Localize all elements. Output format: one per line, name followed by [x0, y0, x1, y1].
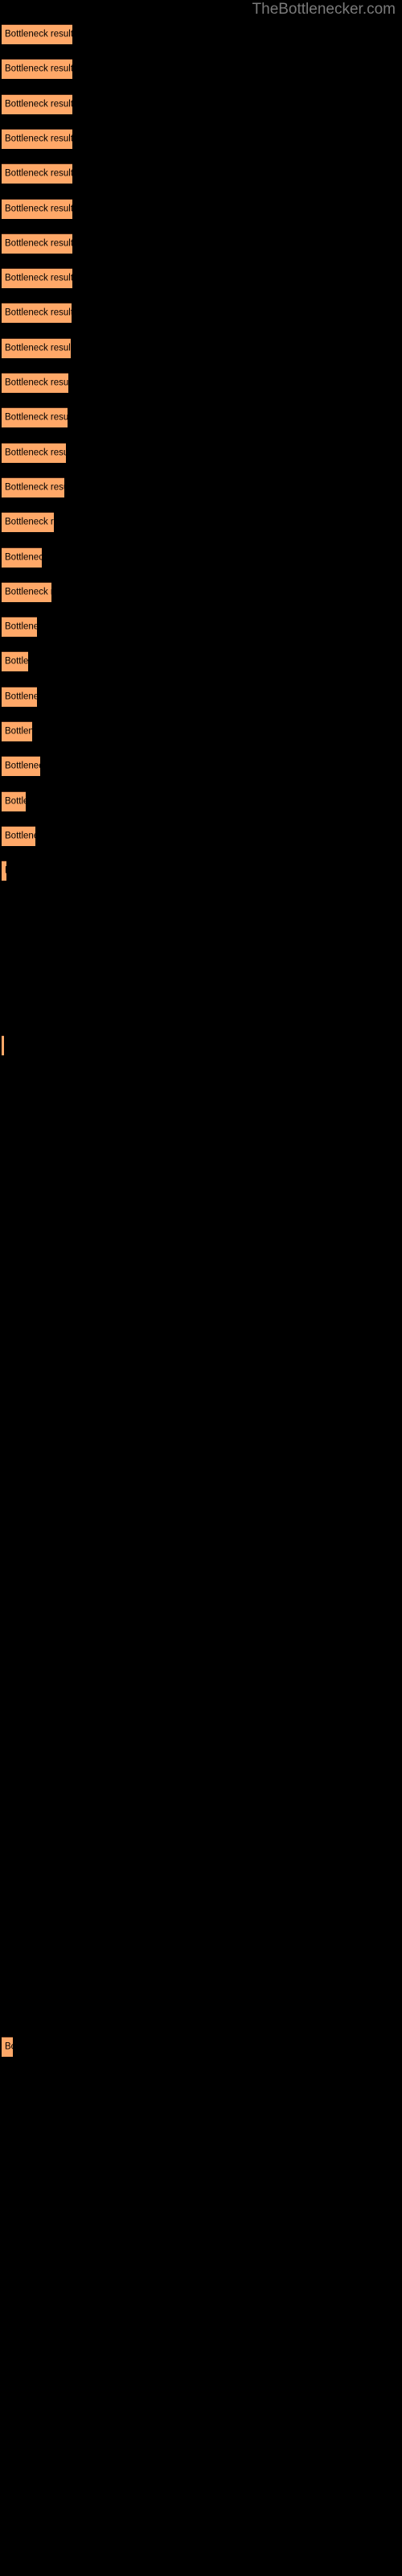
- bar[interactable]: Bottleneck result: [2, 199, 72, 219]
- bar[interactable]: Bottleneck result: [2, 373, 68, 393]
- bar[interactable]: Bottleneck result: [2, 163, 72, 184]
- bar-label: Bottleneck result: [5, 517, 54, 527]
- bar-label: Bottleneck result: [5, 378, 68, 388]
- bar-label: Bottleneck result: [5, 168, 72, 179]
- bar[interactable]: Bottleneck result: [2, 268, 72, 288]
- bar[interactable]: Bottleneck result: [2, 861, 6, 881]
- bar-label: Bottleneck result: [5, 796, 26, 807]
- bar-label: Bottleneck result: [5, 204, 72, 214]
- bar[interactable]: Bottleneck result: [2, 303, 72, 323]
- bar-label: Bottleneck result: [5, 273, 72, 283]
- bar-label: Bottleneck result: [5, 308, 72, 318]
- bar[interactable]: Bottleneck result: [2, 582, 51, 602]
- bar-label: Bottleneck result: [5, 691, 37, 702]
- bar[interactable]: Bottleneck result: [2, 443, 66, 463]
- bar[interactable]: Bottleneck result: [2, 791, 26, 811]
- bar[interactable]: Bottleneck result: [2, 407, 68, 427]
- bar-label: Bottleneck result: [5, 64, 72, 74]
- bar[interactable]: Bottleneck result: [2, 756, 40, 776]
- bar-label: Bottleneck result: [5, 866, 6, 877]
- bar[interactable]: Bottleneck result: [2, 547, 42, 568]
- bar-label: Bottleneck result: [5, 726, 32, 737]
- bar[interactable]: Bottleneck result: [2, 338, 71, 358]
- bar-label: Bottleneck result: [5, 412, 68, 423]
- bar-label: Bottleneck result: [5, 448, 66, 458]
- bar[interactable]: Bottleneck result: [2, 617, 37, 637]
- bar[interactable]: Bottleneck result: [2, 1035, 4, 1055]
- bar[interactable]: Bottleneck result: [2, 2037, 13, 2057]
- bar[interactable]: Bottleneck result: [2, 94, 72, 114]
- bar-label: Bottleneck result: [5, 238, 72, 249]
- bar-label: Bottleneck result: [5, 99, 72, 109]
- bar-label: Bottleneck result: [5, 656, 28, 667]
- bar[interactable]: Bottleneck result: [2, 233, 72, 254]
- bar-label: Bottleneck result: [5, 761, 40, 771]
- bar[interactable]: Bottleneck result: [2, 826, 35, 846]
- bar[interactable]: Bottleneck result: [2, 59, 72, 79]
- bar-label: Bottleneck result: [5, 134, 72, 144]
- bar-label: Bottleneck result: [5, 552, 42, 563]
- bar-label: Bottleneck result: [5, 587, 51, 597]
- bar[interactable]: Bottleneck result: [2, 24, 72, 44]
- bar[interactable]: Bottleneck result: [2, 687, 37, 707]
- bar[interactable]: Bottleneck result: [2, 129, 72, 149]
- bar[interactable]: Bottleneck result: [2, 721, 32, 741]
- bar[interactable]: Bottleneck result: [2, 651, 28, 671]
- bar-label: Bottleneck result: [5, 831, 35, 841]
- bar-label: Bottleneck result: [5, 621, 37, 632]
- bar-label: Bottleneck result: [5, 2041, 13, 2052]
- bar[interactable]: Bottleneck result: [2, 477, 64, 497]
- bar[interactable]: Bottleneck result: [2, 512, 54, 532]
- bar-label: Bottleneck result: [5, 29, 72, 39]
- bottleneck-bar-chart: Bottleneck result Bottleneck result Bottle…: [0, 0, 402, 2576]
- bar-label: Bottleneck result: [5, 482, 64, 493]
- bar-label: Bottleneck result: [5, 343, 71, 353]
